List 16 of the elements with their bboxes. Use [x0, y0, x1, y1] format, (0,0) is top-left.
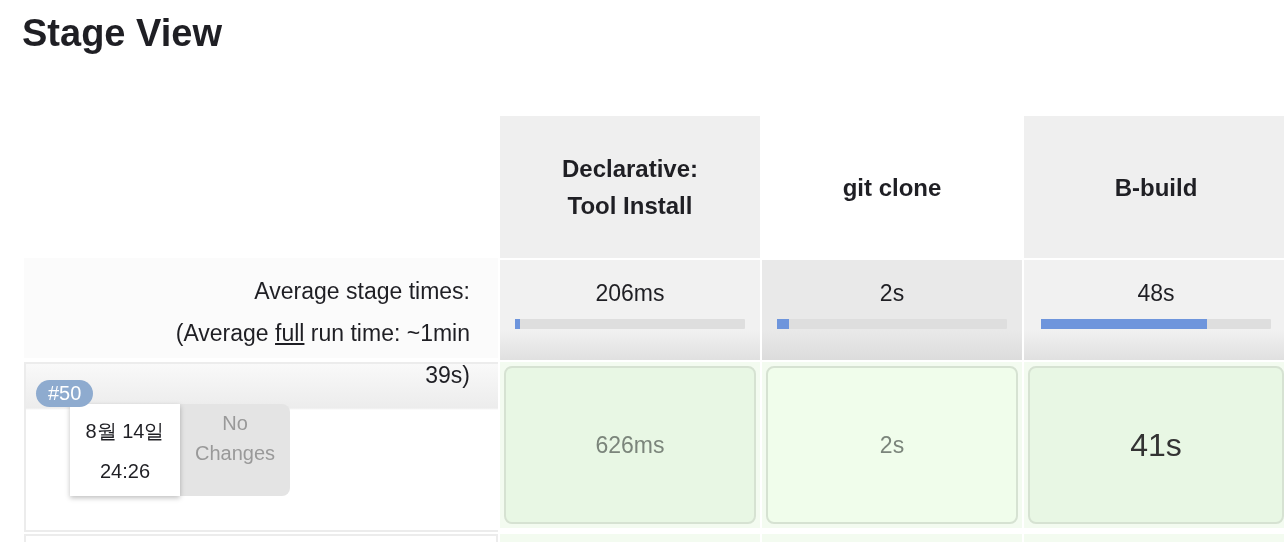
build-time: 24:26	[99, 459, 151, 483]
average-time: 2s	[879, 280, 905, 307]
stage-header: Declarative: Tool Install	[500, 116, 760, 258]
build-date: 8월 14일	[85, 418, 165, 444]
average-run-time-text: (Average full run time: ~1min 39s)	[174, 319, 470, 390]
build-number-badge[interactable]: #50	[36, 380, 94, 407]
stage-header: B-build	[1024, 116, 1284, 258]
full-link[interactable]: full	[275, 320, 305, 346]
average-stage-times-label: Average stage times:	[253, 277, 470, 306]
stage-duration-cell[interactable]: 626ms	[504, 366, 756, 524]
stage-duration-cell[interactable]: 2s	[766, 366, 1018, 524]
average-time: 206ms	[595, 280, 665, 307]
stage-duration-cell[interactable]: 41s	[1028, 366, 1284, 524]
changes-box[interactable]: No Changes	[180, 404, 290, 496]
page-title: Stage View	[21, 11, 223, 56]
average-time: 48s	[1137, 280, 1175, 307]
